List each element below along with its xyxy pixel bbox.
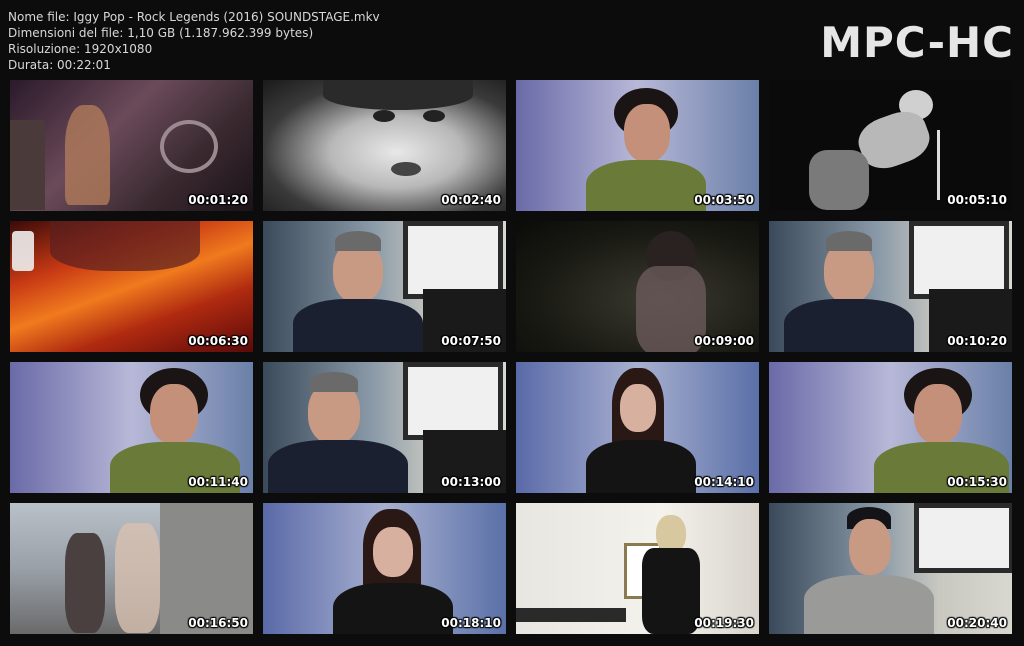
thumbnail-4[interactable]: 00:05:10	[769, 80, 1012, 211]
thumbnail-15[interactable]: 00:19:30	[516, 503, 759, 634]
thumbnail-2[interactable]: 00:02:40	[263, 80, 506, 211]
thumbnail-timestamp: 00:15:30	[947, 475, 1007, 489]
thumbnail-timestamp: 00:02:40	[441, 193, 501, 207]
thumbnail-11[interactable]: 00:14:10	[516, 362, 759, 493]
thumbnail-timestamp: 00:09:00	[694, 334, 754, 348]
thumbnail-timestamp: 00:14:10	[694, 475, 754, 489]
thumbnail-12[interactable]: 00:15:30	[769, 362, 1012, 493]
thumbnail-timestamp: 00:03:50	[694, 193, 754, 207]
thumbnail-6[interactable]: 00:07:50	[263, 221, 506, 352]
thumbnail-timestamp: 00:19:30	[694, 616, 754, 630]
thumbnail-timestamp: 00:18:10	[441, 616, 501, 630]
thumbnail-10[interactable]: 00:13:00	[263, 362, 506, 493]
file-duration: Durata: 00:22:01	[8, 58, 111, 72]
thumbnail-timestamp: 00:10:20	[947, 334, 1007, 348]
thumbnail-timestamp: 00:13:00	[441, 475, 501, 489]
thumbnail-grid: 00:01:20 00:02:40 00:03:50 00:05:10 00:0…	[10, 80, 1012, 634]
thumbnail-timestamp: 00:16:50	[188, 616, 248, 630]
thumbnail-timestamp: 00:05:10	[947, 193, 1007, 207]
file-resolution: Risoluzione: 1920x1080	[8, 42, 153, 56]
file-info: Nome file: Iggy Pop - Rock Legends (2016…	[8, 9, 380, 73]
thumbnail-5[interactable]: 00:06:30	[10, 221, 253, 352]
thumbnail-9[interactable]: 00:11:40	[10, 362, 253, 493]
thumbnail-7[interactable]: 00:09:00	[516, 221, 759, 352]
file-name: Nome file: Iggy Pop - Rock Legends (2016…	[8, 10, 380, 24]
app-logo: MPC-HC	[820, 18, 1014, 67]
thumbnail-1[interactable]: 00:01:20	[10, 80, 253, 211]
thumbnail-16[interactable]: 00:20:40	[769, 503, 1012, 634]
thumbnail-timestamp: 00:11:40	[188, 475, 248, 489]
thumbnail-13[interactable]: 00:16:50	[10, 503, 253, 634]
file-size: Dimensioni del file: 1,10 GB (1.187.962.…	[8, 26, 314, 40]
thumbnail-3[interactable]: 00:03:50	[516, 80, 759, 211]
thumbnail-timestamp: 00:07:50	[441, 334, 501, 348]
thumbnail-8[interactable]: 00:10:20	[769, 221, 1012, 352]
thumbnail-timestamp: 00:06:30	[188, 334, 248, 348]
thumbnail-14[interactable]: 00:18:10	[263, 503, 506, 634]
thumbnail-timestamp: 00:20:40	[947, 616, 1007, 630]
thumbnail-timestamp: 00:01:20	[188, 193, 248, 207]
